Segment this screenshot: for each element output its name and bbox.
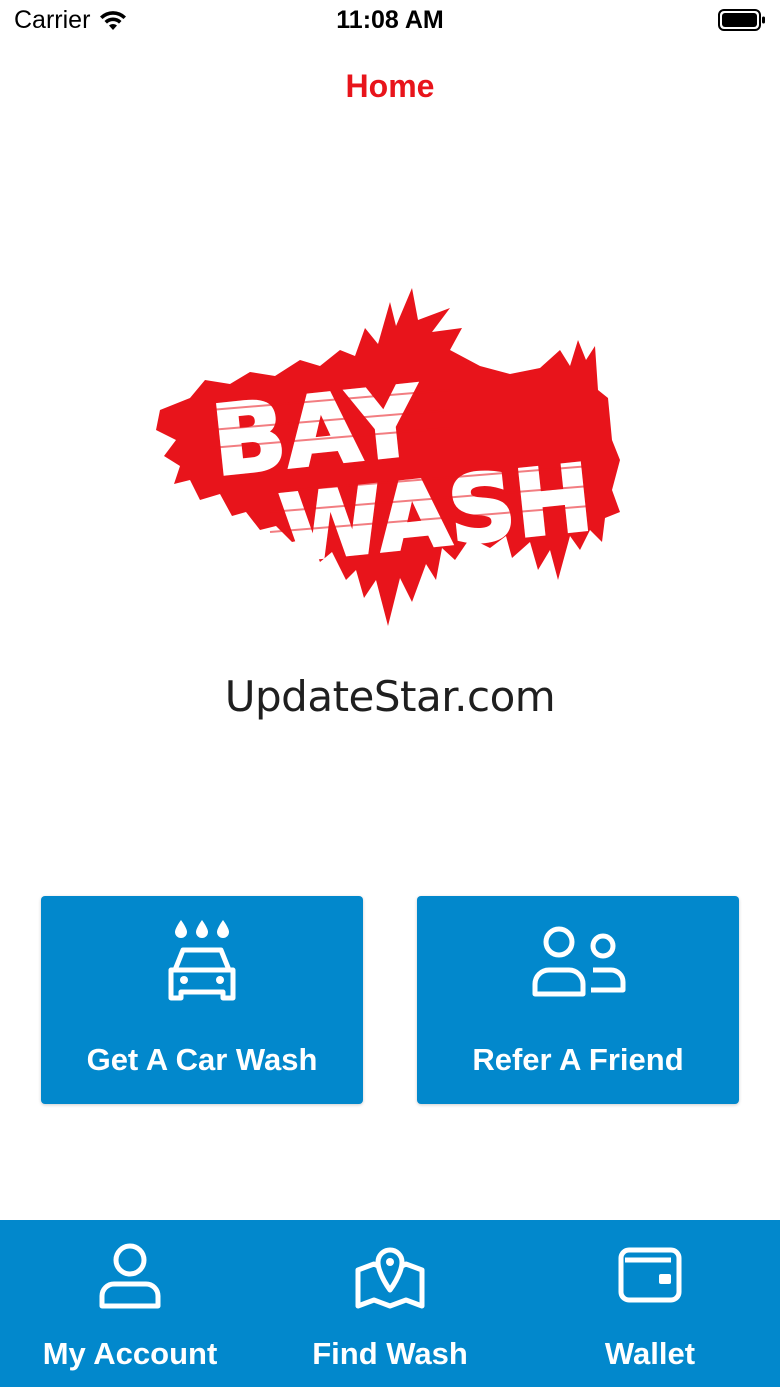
tab-find-wash-label: Find Wash xyxy=(312,1336,468,1371)
tab-wallet[interactable]: Wallet xyxy=(520,1220,780,1387)
watermark-text: UpdateStar.com xyxy=(224,672,556,721)
refer-friend-label: Refer A Friend xyxy=(472,1042,684,1077)
users-icon xyxy=(532,926,626,997)
get-car-wash-button[interactable]: Get A Car Wash xyxy=(41,896,363,1104)
tab-my-account-label: My Account xyxy=(42,1336,218,1371)
car-wash-icon xyxy=(168,920,236,1001)
get-car-wash-label: Get A Car Wash xyxy=(86,1042,318,1077)
wallet-icon xyxy=(618,1247,682,1303)
tab-wallet-label: Wallet xyxy=(604,1336,696,1371)
battery-icon xyxy=(718,9,765,31)
tab-bar: My Account Find Wash Wallet xyxy=(0,1220,780,1387)
status-bar: Carrier 11:08 AM xyxy=(0,0,780,44)
tab-find-wash[interactable]: Find Wash xyxy=(260,1220,520,1387)
bay-wash-logo: BAY WASH xyxy=(156,288,620,626)
map-pin-icon xyxy=(355,1247,425,1309)
home-screen: Carrier 11:08 AM Home BAY WASH UpdateSta… xyxy=(0,0,780,1387)
user-icon xyxy=(99,1243,161,1309)
status-time: 11:08 AM xyxy=(336,6,444,34)
refer-friend-button[interactable]: Refer A Friend xyxy=(417,896,739,1104)
page-title: Home xyxy=(345,68,435,104)
tab-my-account[interactable]: My Account xyxy=(0,1220,260,1387)
